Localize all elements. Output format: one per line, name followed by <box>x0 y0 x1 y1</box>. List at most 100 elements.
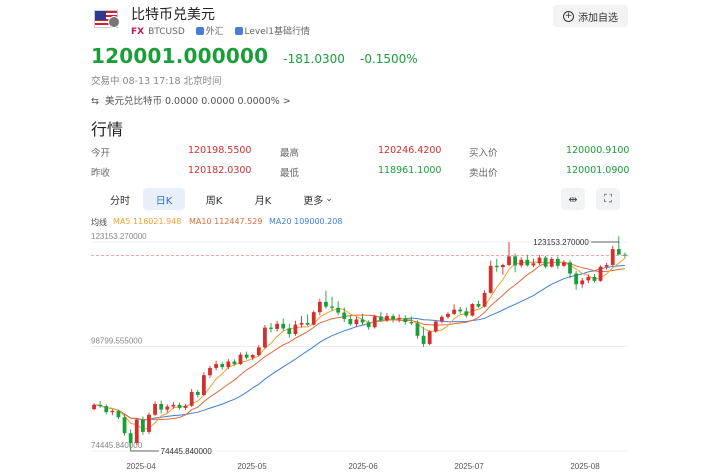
candle-body <box>433 321 438 332</box>
candle-body <box>574 273 579 285</box>
candle-body <box>293 324 298 335</box>
candle-body <box>519 259 524 266</box>
candle-body <box>452 309 456 314</box>
candle-body <box>592 276 597 281</box>
candle-body <box>378 316 383 321</box>
candle-body <box>403 318 408 323</box>
ma10-line <box>94 261 625 421</box>
candle-body <box>226 361 231 368</box>
candle-body <box>372 316 377 328</box>
candle-body <box>623 254 627 256</box>
candle-body <box>305 322 310 325</box>
candle-body <box>446 313 450 317</box>
candle-body <box>232 361 237 365</box>
candle-body <box>311 312 316 325</box>
candle-body <box>421 335 426 344</box>
min-price-label: 74445.840000 <box>161 447 213 456</box>
candle-body <box>488 265 493 293</box>
candle-body <box>122 417 127 434</box>
candle-body <box>147 414 151 432</box>
candle-body <box>281 323 286 329</box>
candle-body <box>336 307 341 313</box>
x-tick-label: 2025-06 <box>348 462 378 471</box>
candle-body <box>110 410 115 413</box>
candle-body <box>476 304 481 307</box>
candle-body <box>354 319 359 325</box>
candle-body <box>128 433 133 444</box>
candle-body <box>616 249 621 255</box>
candle-body <box>397 318 402 320</box>
candle-body <box>531 263 536 266</box>
candle-body <box>177 404 182 408</box>
x-tick-label: 2025-05 <box>237 462 267 471</box>
max-price-label: 123153.270000 <box>533 238 589 247</box>
candle-body <box>299 322 304 325</box>
candle-body <box>104 406 109 413</box>
candle-body <box>324 301 328 307</box>
candle-body <box>568 262 572 274</box>
candle-body <box>610 249 615 265</box>
candle-body <box>202 375 206 395</box>
candle-body <box>427 331 432 344</box>
candle-body <box>220 364 225 368</box>
candle-body <box>439 316 444 322</box>
candlestick-chart[interactable]: 123153.270000 98799.555000 74445.840000 123… <box>0 0 719 473</box>
candle-body <box>342 312 347 320</box>
candle-body <box>317 301 322 313</box>
candle-body <box>513 256 517 266</box>
candle-body <box>549 258 554 267</box>
candle-body <box>275 323 280 329</box>
candle-body <box>525 259 530 266</box>
candle-body <box>458 309 463 312</box>
y-tick-label: 123153.270000 <box>91 232 147 241</box>
candle-body <box>92 404 96 410</box>
candle-body <box>269 327 273 329</box>
candle-body <box>244 354 249 358</box>
candle-body <box>263 327 267 348</box>
candle-body <box>555 258 560 266</box>
candle-body <box>543 257 548 267</box>
candle-body <box>171 404 176 407</box>
candle-body <box>409 322 414 324</box>
candle-body <box>140 419 145 432</box>
candle-body <box>208 367 212 376</box>
candle-body <box>562 262 566 266</box>
candle-body <box>214 364 218 368</box>
candle-body <box>256 347 261 356</box>
candle-body <box>183 405 188 408</box>
candle-body <box>494 265 499 268</box>
candle-body <box>501 264 505 268</box>
candle-body <box>385 316 389 321</box>
candle-body <box>391 316 395 320</box>
candle-body <box>360 319 365 323</box>
candle-body <box>250 355 255 358</box>
candle-body <box>586 276 591 281</box>
candle-body <box>238 354 243 365</box>
candle-body <box>195 391 200 395</box>
candle-body <box>537 257 542 264</box>
candle-body <box>598 266 603 281</box>
candle-body <box>287 328 292 335</box>
candle-body <box>580 280 585 285</box>
candle-body <box>507 256 511 265</box>
y-tick-label: 98799.555000 <box>91 337 143 346</box>
candle-body <box>464 311 469 316</box>
candle-body <box>98 404 103 407</box>
candle-body <box>482 292 487 307</box>
candle-body <box>116 410 121 418</box>
candle-body <box>159 403 164 410</box>
x-tick-label: 2025-04 <box>126 462 156 471</box>
candle-body <box>348 319 353 325</box>
ma20-line <box>94 264 625 421</box>
candle-body <box>470 304 475 316</box>
candle-body <box>330 306 334 308</box>
candle-body <box>165 406 170 410</box>
candle-body <box>153 403 157 415</box>
candle-body <box>366 322 371 328</box>
candle-body <box>189 391 194 406</box>
candle-body <box>134 419 139 444</box>
candle-body <box>415 323 420 336</box>
candle-body <box>604 264 609 267</box>
x-tick-label: 2025-08 <box>570 462 600 471</box>
x-tick-label: 2025-07 <box>454 462 484 471</box>
